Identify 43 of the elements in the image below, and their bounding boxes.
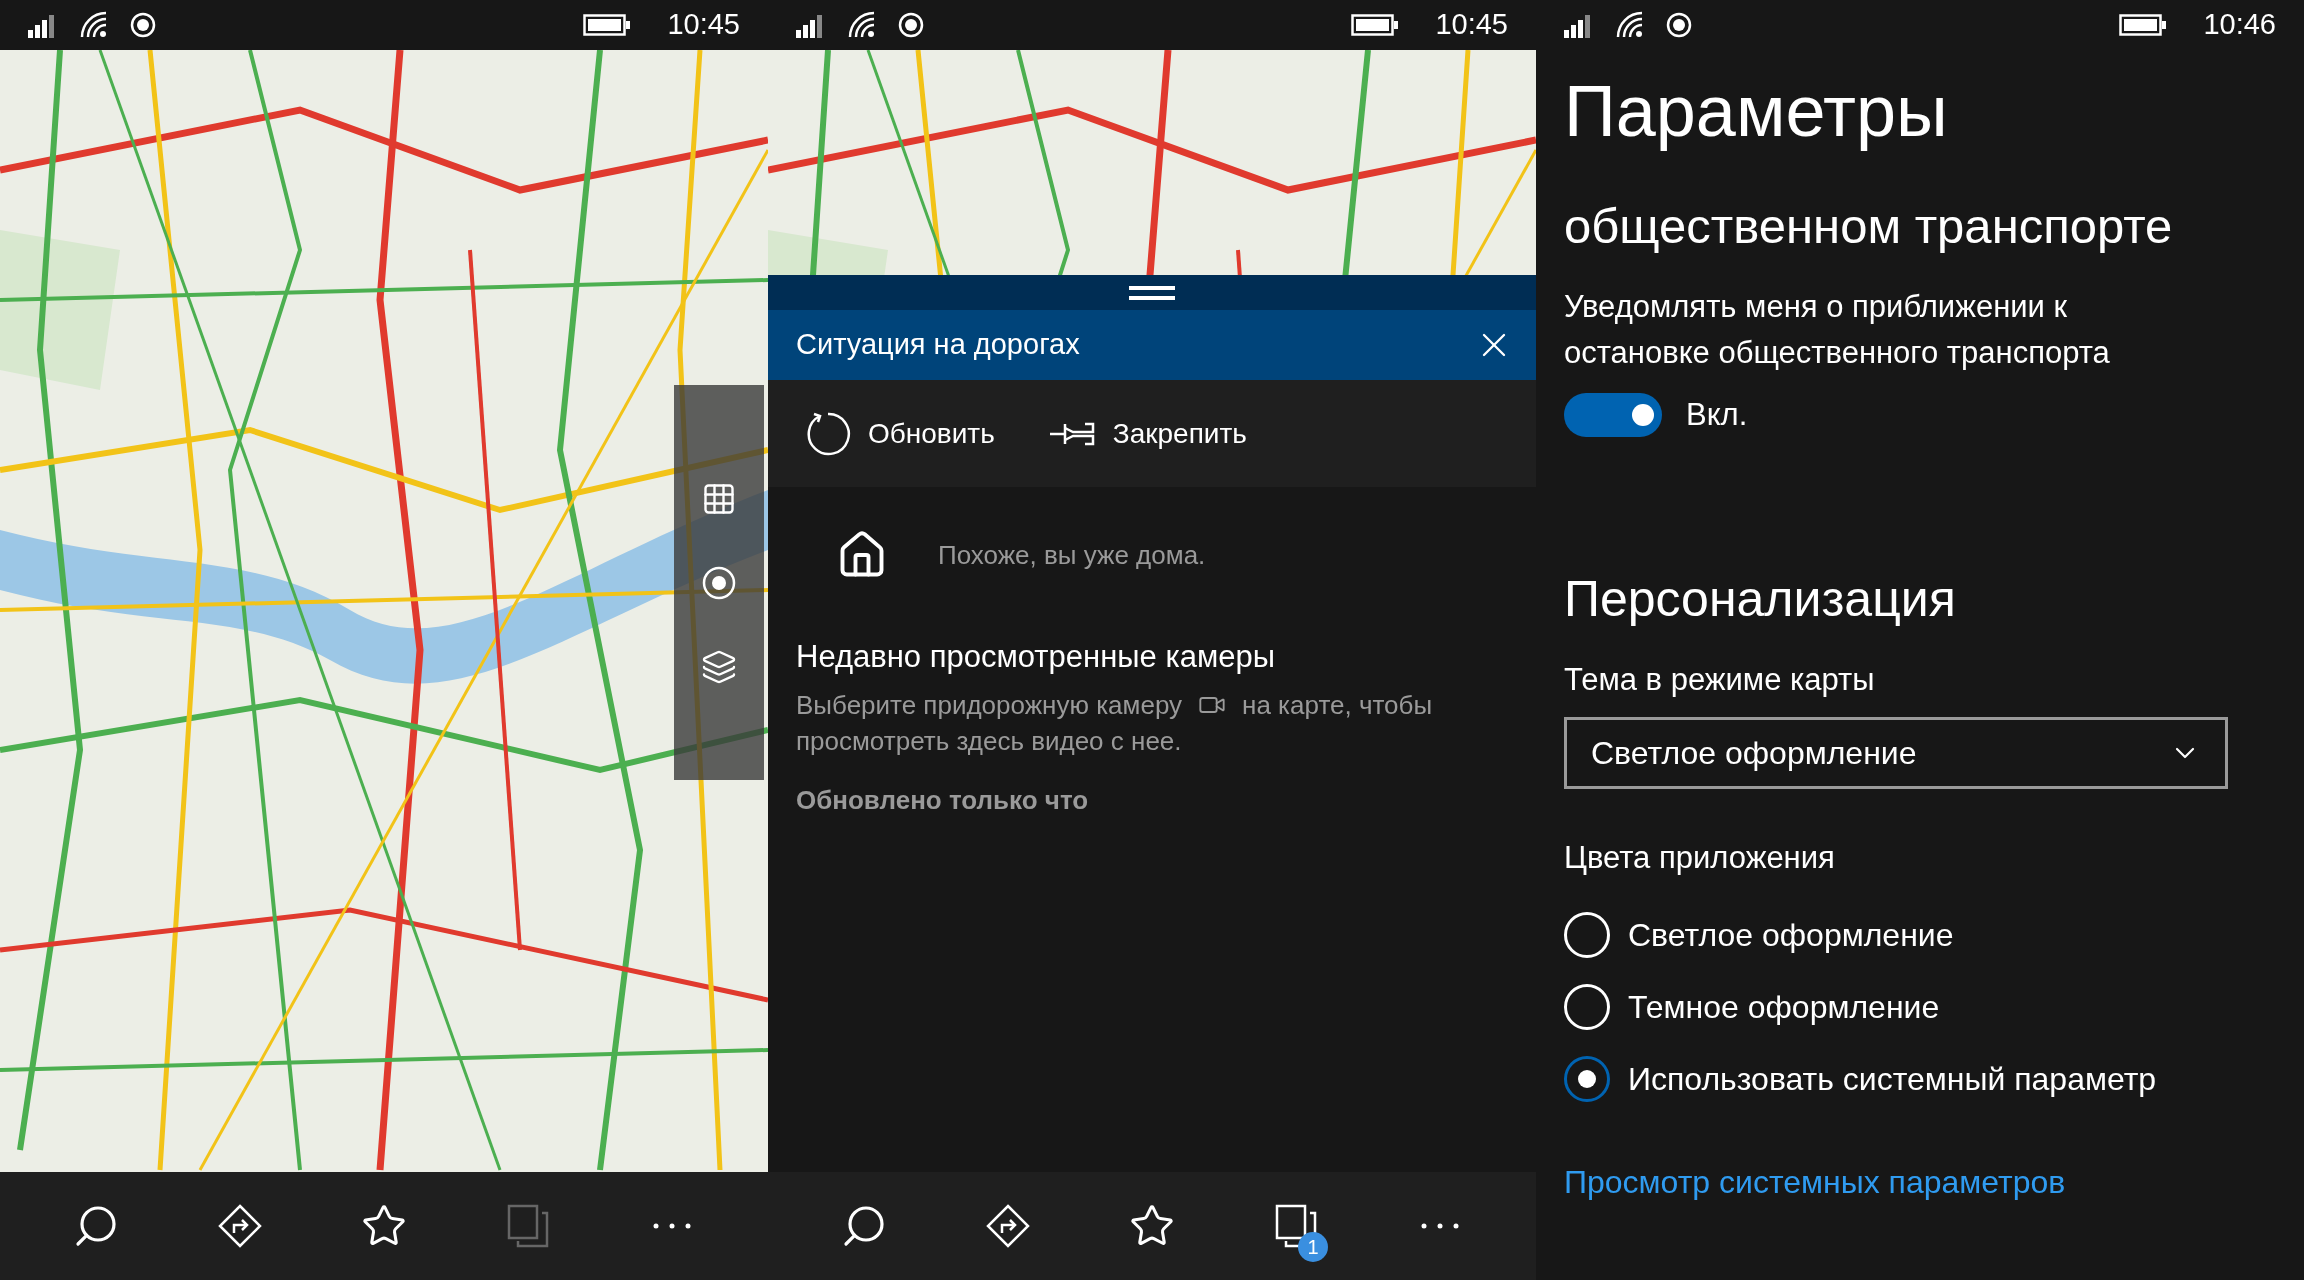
battery-icon [583, 13, 632, 37]
directions-icon [985, 1203, 1031, 1249]
drag-handle[interactable] [768, 275, 1536, 310]
directions-icon [217, 1203, 263, 1249]
count-badge: 1 [1298, 1232, 1328, 1262]
radio-button[interactable] [1564, 1055, 1610, 1102]
status-time: 10:45 [1435, 7, 1508, 43]
section-heading: Персонализация [1564, 569, 1957, 629]
record-icon [1666, 12, 1692, 38]
page-title: Параметры [1564, 70, 1949, 153]
toggle-switch[interactable] [1564, 393, 1662, 438]
status-time: 10:46 [2203, 7, 2276, 43]
radio-group-label: Цвета приложения [1564, 839, 1836, 877]
status-time: 10:45 [667, 7, 740, 43]
panel-title: Ситуация на дорогах [796, 327, 1081, 363]
map-drawing[interactable] [768, 50, 1536, 275]
radio-option[interactable]: Использовать системный параметр [1564, 1055, 2276, 1102]
cameras-hint-text: на карте, чтобы [1242, 689, 1433, 722]
pin-button[interactable]: Закрепить [1048, 412, 1247, 455]
map-drawing[interactable] [0, 50, 768, 1172]
page-subtitle: общественном транспорте [1564, 198, 2174, 255]
radio-option[interactable]: Светлое оформление [1564, 911, 2276, 958]
refresh-button[interactable]: Обновить [804, 409, 995, 458]
toggle-state: Вкл. [1686, 396, 1748, 434]
battery-icon [1351, 13, 1400, 37]
record-icon [130, 12, 156, 38]
cameras-heading: Недавно просмотренные камеры [796, 638, 1276, 676]
notify-label: Уведомлять меня о приближении к остановке общественного транспорта [1564, 288, 2111, 372]
dropdown-label: Тема в режиме карты [1564, 660, 1876, 699]
home-message: Похоже, вы уже дома. [938, 538, 1206, 572]
theme-dropdown[interactable]: Светлое оформление [1564, 717, 2228, 789]
radio-option[interactable]: Темное оформление [1564, 983, 2276, 1030]
locate-icon[interactable] [701, 564, 737, 601]
updated-text: Обновлено только что [796, 784, 1090, 817]
tabs-icon [506, 1203, 550, 1249]
system-settings-link[interactable]: Просмотр системных параметров [1564, 1157, 2276, 1206]
battery-icon [2119, 13, 2168, 37]
cameras-hint-text: просмотреть здесь видео с нее. [796, 725, 1183, 758]
more-icon [1420, 1222, 1460, 1230]
record-icon [898, 12, 924, 38]
cameras-hint-text: Выберите придорожную камеру [796, 689, 1183, 722]
more-icon [652, 1222, 692, 1230]
layers-icon[interactable] [701, 648, 737, 685]
